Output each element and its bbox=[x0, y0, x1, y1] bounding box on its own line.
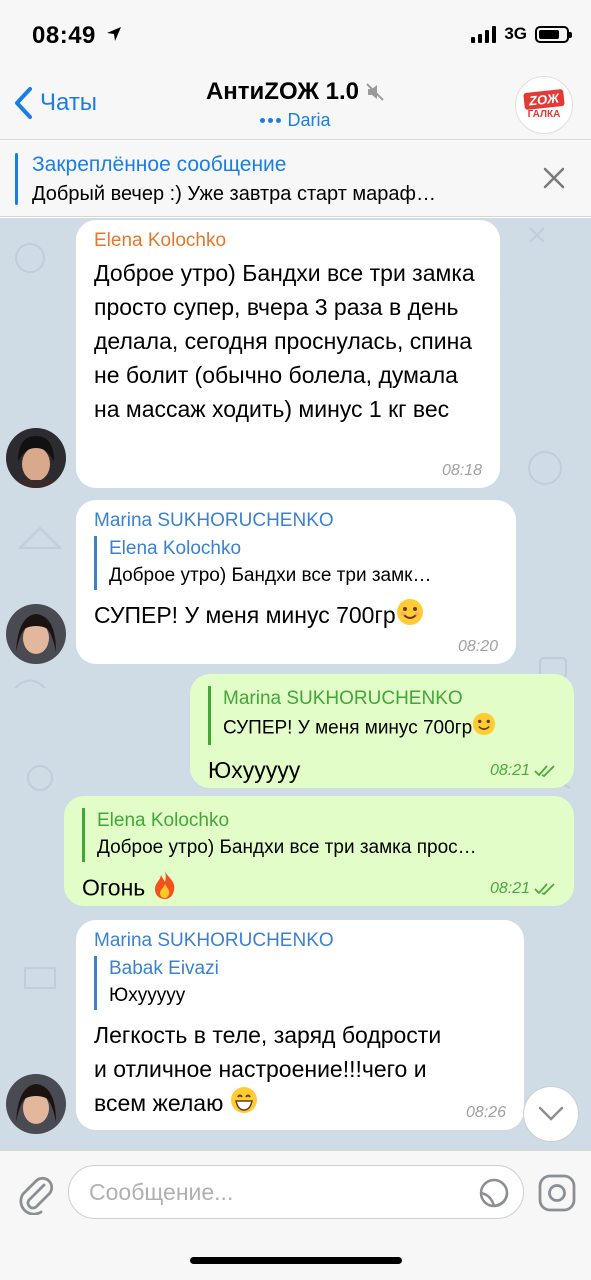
pinned-message[interactable]: Закреплённое сообщение Добрый вечер :) У… bbox=[0, 141, 591, 217]
typing-indicator-icon bbox=[260, 118, 282, 123]
chat-title: АнтиZОЖ 1.0 bbox=[205, 78, 360, 105]
status-bar: 08:49 3G bbox=[0, 0, 591, 70]
avatar[interactable] bbox=[6, 1074, 66, 1134]
message-bubble[interactable]: Marina SUKHORUCHENKO СУПЕР! У меня минус… bbox=[190, 674, 574, 788]
location-arrow-icon bbox=[107, 27, 121, 41]
reply-author: Babak Eivazi bbox=[109, 958, 219, 979]
close-icon[interactable] bbox=[541, 165, 567, 191]
composer-bar bbox=[0, 1150, 591, 1280]
double-check-icon bbox=[534, 765, 555, 778]
smiling-emoji-icon bbox=[396, 598, 424, 635]
reply-text: Юхууууу bbox=[109, 985, 186, 1006]
double-check-icon bbox=[534, 883, 555, 896]
reply-preview[interactable]: Elena Kolochko Доброе утро) Бандхи все т… bbox=[94, 536, 498, 590]
message-bubble[interactable]: Marina SUKHORUCHENKO Elena Kolochko Добр… bbox=[76, 500, 516, 664]
message-text: Легкость в теле, заряд бодрости и отличн… bbox=[94, 1022, 442, 1116]
message-bubble[interactable]: Marina SUKHORUCHENKO Babak Eivazi Юхуууу… bbox=[76, 920, 524, 1130]
reply-preview[interactable]: Elena Kolochko Доброе утро) Бандхи все т… bbox=[82, 808, 556, 862]
pinned-text: Добрый вечер :) Уже завтра старт мараф… bbox=[32, 183, 437, 205]
message-time: 08:20 bbox=[457, 638, 498, 655]
reply-preview[interactable]: Marina SUKHORUCHENKO СУПЕР! У меня минус… bbox=[208, 686, 556, 745]
paperclip-icon[interactable] bbox=[14, 1171, 54, 1215]
reply-text: СУПЕР! У меня минус 700гр bbox=[223, 717, 473, 739]
message-input[interactable] bbox=[68, 1165, 524, 1219]
message-text: Доброе утро) Бандхи все три замка просто… bbox=[94, 260, 475, 422]
scroll-to-bottom-button[interactable] bbox=[523, 1086, 579, 1142]
status-time: 08:49 bbox=[32, 22, 96, 49]
group-avatar-logo-top: ZOЖ bbox=[523, 88, 565, 110]
home-indicator[interactable] bbox=[190, 1257, 402, 1264]
reply-author: Elena Kolochko bbox=[97, 810, 230, 831]
message-time: 08:21 bbox=[490, 880, 556, 898]
battery-icon bbox=[535, 25, 572, 43]
message-sender[interactable]: Marina SUKHORUCHENKO bbox=[94, 930, 506, 952]
message-time: 08:18 bbox=[441, 462, 482, 479]
grinning-emoji-icon bbox=[230, 1086, 258, 1123]
message-text: Огонь bbox=[82, 874, 146, 901]
reply-preview[interactable]: Babak Eivazi Юхууууу bbox=[94, 956, 506, 1010]
network-type: 3G bbox=[504, 24, 527, 43]
message-sender[interactable]: Marina SUKHORUCHENKO bbox=[94, 510, 498, 532]
reply-author: Marina SUKHORUCHENKO bbox=[223, 688, 463, 709]
message-bubble[interactable]: Elena Kolochko Доброе утро) Бандхи все т… bbox=[76, 220, 500, 488]
message-time: 08:21 bbox=[490, 762, 556, 780]
avatar[interactable] bbox=[6, 428, 66, 488]
fire-emoji-icon bbox=[152, 870, 178, 909]
pinned-accent-bar bbox=[15, 153, 18, 205]
message-bubble[interactable]: Elena Kolochko Доброе утро) Бандхи все т… bbox=[64, 796, 574, 906]
chevron-down-icon bbox=[538, 1106, 564, 1121]
camera-icon[interactable] bbox=[537, 1173, 577, 1213]
reply-text: Доброе утро) Бандхи все три замк… bbox=[109, 565, 432, 586]
reply-author: Elena Kolochko bbox=[109, 538, 242, 559]
avatar[interactable] bbox=[6, 604, 66, 664]
group-avatar-logo-bottom: ГАЛКА bbox=[527, 108, 561, 120]
smiling-emoji-icon bbox=[472, 712, 496, 745]
message-text: СУПЕР! У меня минус 700гр bbox=[94, 602, 396, 628]
muted-speaker-icon bbox=[366, 83, 384, 101]
message-time: 08:26 bbox=[465, 1104, 506, 1121]
status-indicators: 3G bbox=[471, 24, 572, 44]
chat-header: Чаты АнтиZОЖ 1.0 Daria ZOЖ ГАЛКА bbox=[0, 70, 591, 140]
chat-subtitle: Daria bbox=[287, 110, 331, 130]
chat-title-block[interactable]: АнтиZОЖ 1.0 Daria bbox=[0, 78, 591, 131]
pinned-title: Закреплённое сообщение bbox=[32, 153, 287, 176]
reply-text: Доброе утро) Бандхи все три замка прос… bbox=[97, 837, 477, 858]
message-sender[interactable]: Elena Kolochko bbox=[94, 230, 482, 252]
signal-strength-icon bbox=[471, 25, 497, 43]
sticker-icon[interactable] bbox=[478, 1177, 510, 1209]
message-list[interactable]: Elena Kolochko Доброе утро) Бандхи все т… bbox=[0, 218, 591, 1150]
group-avatar[interactable]: ZOЖ ГАЛКА bbox=[515, 76, 573, 134]
